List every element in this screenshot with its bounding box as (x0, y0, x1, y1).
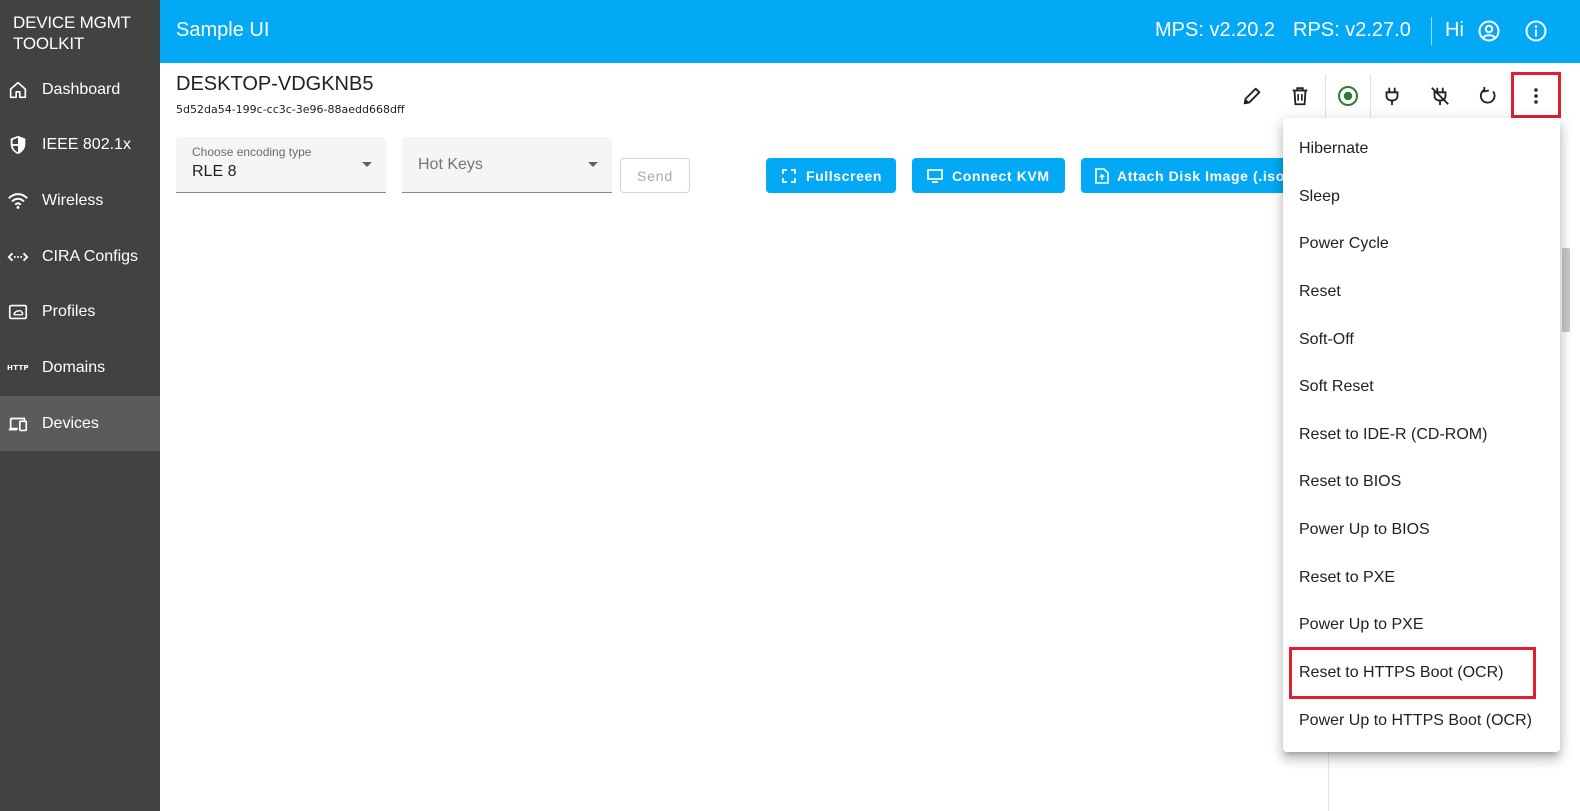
sidebar-item-domains[interactable]: HTTP Domains (0, 340, 160, 395)
plug-icon[interactable] (1370, 74, 1414, 118)
fullscreen-label: Fullscreen (806, 167, 883, 184)
sidebar-item-ieee[interactable]: IEEE 802.1x (0, 117, 160, 172)
menu-item-power-up-to-bios[interactable]: Power Up to BIOS (1283, 506, 1560, 554)
topbar-divider (1431, 17, 1432, 45)
encoding-type-value: RLE 8 (192, 163, 237, 180)
sidebar-item-label: Devices (42, 414, 99, 432)
edit-icon[interactable] (1230, 74, 1274, 118)
top-app-bar: Sample UI MPS: v2.20.2 RPS: v2.27.0 Hi (160, 0, 1580, 63)
sidebar-item-label: Dashboard (42, 80, 121, 98)
menu-item-reset-to-bios[interactable]: Reset to BIOS (1283, 458, 1560, 506)
home-icon (6, 78, 30, 102)
menu-item-power-up-to-pxe[interactable]: Power Up to PXE (1283, 601, 1560, 649)
menu-item-soft-off[interactable]: Soft-Off (1283, 316, 1560, 364)
rps-version: RPS: v2.27.0 (1293, 19, 1411, 41)
http-icon: HTTP (6, 356, 30, 380)
device-guid: 5d52da54-199c-cc3c-3e96-88aedd668dff (176, 103, 405, 116)
scrollbar-thumb[interactable] (1562, 248, 1570, 332)
code-arrows-icon (6, 245, 30, 269)
fullscreen-icon (780, 167, 798, 185)
greeting: Hi (1445, 19, 1464, 41)
menu-item-reset-to-pxe[interactable]: Reset to PXE (1283, 554, 1560, 602)
hot-keys-select[interactable]: Hot Keys (402, 137, 612, 193)
monitor-icon (926, 167, 944, 185)
reset-icon[interactable] (1466, 74, 1510, 118)
http-icon-text: HTTP (7, 363, 29, 372)
chevron-down-icon (362, 162, 372, 167)
attach-disk-image-button[interactable]: Attach Disk Image (.iso) (1081, 158, 1283, 193)
chevron-down-icon (588, 162, 598, 167)
file-upload-icon (1095, 167, 1109, 185)
menu-item-sleep[interactable]: Sleep (1283, 173, 1560, 221)
sidebar-item-dashboard[interactable]: Dashboard (0, 62, 160, 117)
menu-item-hibernate[interactable]: Hibernate (1283, 125, 1560, 173)
https-boot-highlight (1289, 647, 1536, 699)
account-icon[interactable] (1477, 19, 1501, 43)
sidebar: DEVICE MGMT TOOLKIT Dashboard IEEE 802.1… (0, 0, 160, 811)
menu-item-power-up-to-https-boot[interactable]: Power Up to HTTPS Boot (OCR) (1283, 697, 1560, 745)
send-button[interactable]: Send (620, 158, 690, 193)
device-name: DESKTOP-VDGKNB5 (176, 73, 374, 95)
sidebar-item-devices[interactable]: Devices (0, 396, 160, 451)
sidebar-item-profiles[interactable]: Profiles (0, 284, 160, 339)
encoding-type-select[interactable]: Choose encoding type RLE 8 (176, 137, 386, 193)
attach-disk-image-label: Attach Disk Image (.iso) (1117, 167, 1283, 184)
delete-icon[interactable] (1278, 74, 1322, 118)
power-status-icon[interactable] (1326, 74, 1370, 118)
brand-logo: DEVICE MGMT TOOLKIT (0, 0, 160, 63)
brand-line-1: DEVICE MGMT (13, 13, 131, 32)
sidebar-item-label: Domains (42, 358, 106, 376)
hot-keys-placeholder: Hot Keys (418, 156, 483, 173)
encoding-type-label: Choose encoding type (192, 145, 312, 159)
sidebar-item-cira-configs[interactable]: CIRA Configs (0, 229, 160, 284)
menu-item-power-cycle[interactable]: Power Cycle (1283, 220, 1560, 268)
brand-line-2: TOOLKIT (13, 34, 85, 53)
connect-kvm-label: Connect KVM (952, 167, 1050, 184)
power-actions-menu: Hibernate Sleep Power Cycle Reset Soft-O… (1283, 118, 1560, 752)
fullscreen-button[interactable]: Fullscreen (766, 158, 896, 193)
sidebar-item-wireless[interactable]: Wireless (0, 173, 160, 228)
menu-item-reset-to-ider[interactable]: Reset to IDE-R (CD-ROM) (1283, 411, 1560, 459)
menu-item-reset[interactable]: Reset (1283, 268, 1560, 316)
sidebar-item-label: Profiles (42, 302, 96, 320)
shield-icon (6, 133, 30, 157)
connect-kvm-button[interactable]: Connect KVM (912, 158, 1065, 193)
unplug-icon[interactable] (1418, 74, 1462, 118)
cloud-box-icon (6, 300, 30, 324)
more-button-highlight (1511, 72, 1561, 118)
devices-icon (6, 412, 30, 436)
sidebar-item-label: CIRA Configs (42, 247, 139, 265)
app-title: Sample UI (176, 19, 270, 41)
menu-item-soft-reset[interactable]: Soft Reset (1283, 363, 1560, 411)
info-icon[interactable] (1524, 19, 1548, 43)
sidebar-item-label: Wireless (42, 191, 104, 209)
mps-version: MPS: v2.20.2 (1155, 19, 1276, 41)
wifi-icon (6, 189, 30, 213)
sidebar-item-label: IEEE 802.1x (42, 135, 131, 153)
